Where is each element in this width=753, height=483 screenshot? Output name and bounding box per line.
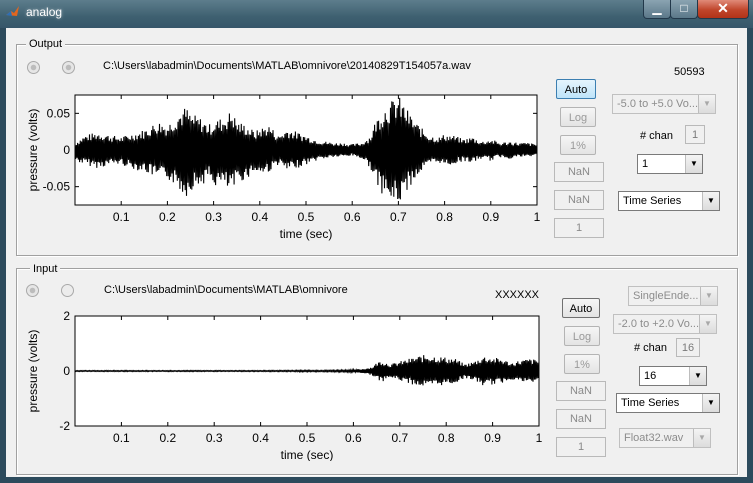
output-nan-field-2[interactable]: NaN — [554, 190, 604, 210]
input-radio-1[interactable] — [26, 284, 39, 297]
input-plot: 0.1 0.2 0.3 0.4 0.5 0.6 0.7 0.8 0.9 1 2 0 -2 time (se… — [26, 311, 543, 461]
chevron-down-icon: ▼ — [702, 192, 719, 210]
x-axis-label: time (sec) — [281, 448, 334, 461]
output-percent-button[interactable]: 1% — [560, 135, 596, 155]
x-tick-label: 0.8 — [438, 431, 455, 445]
x-tick-label: 0.1 — [113, 210, 130, 224]
x-tick-label: 0.2 — [159, 431, 176, 445]
x-axis-label: time (sec) — [280, 227, 333, 241]
x-tick-label: 0.5 — [298, 210, 315, 224]
x-tick-label: 1 — [534, 210, 541, 224]
input-view-value: Time Series — [621, 397, 680, 409]
output-nchan-label: # chan — [640, 130, 674, 142]
x-tick-label: 0.2 — [159, 210, 176, 224]
input-radio-2[interactable] — [61, 284, 74, 297]
chevron-down-icon: ▼ — [702, 394, 719, 412]
chevron-down-icon: ▼ — [700, 287, 717, 305]
input-range-value: -2.0 to +2.0 Vo... — [618, 318, 700, 330]
x-tick-label: 0.1 — [113, 431, 130, 445]
output-auto-button[interactable]: Auto — [556, 79, 596, 99]
output-radio-2[interactable] — [62, 61, 75, 74]
output-log-button[interactable]: Log — [560, 107, 596, 127]
input-nchan-label: # chan — [634, 342, 668, 354]
input-auto-button[interactable]: Auto — [562, 298, 600, 318]
output-plot: 0.1 0.2 0.3 0.4 0.5 0.6 0.7 0.8 0.9 1 0.05 0 -0.05 ti… — [26, 94, 541, 241]
output-nan-field-1[interactable]: NaN — [554, 162, 604, 182]
y-tick-label: 0.05 — [47, 106, 71, 120]
window-titlebar[interactable]: analog ▁ □ ✕ — [0, 0, 753, 28]
x-tick-label: 0.8 — [436, 210, 453, 224]
input-nchan-field[interactable]: 16 — [676, 338, 700, 357]
input-one-field[interactable]: 1 — [556, 437, 606, 457]
chevron-down-icon: ▼ — [689, 367, 706, 385]
x-tick-label: 0.5 — [299, 431, 316, 445]
output-view-select[interactable]: Time Series ▼ — [618, 191, 720, 211]
x-tick-label: 0.7 — [391, 431, 408, 445]
chevron-down-icon: ▼ — [693, 429, 710, 447]
input-mode-select[interactable]: SingleEnde... ▼ — [628, 286, 718, 306]
input-panel-title: Input — [30, 263, 61, 275]
x-tick-label: 0.3 — [206, 431, 223, 445]
chevron-down-icon: ▼ — [698, 95, 715, 113]
output-radio-1[interactable] — [27, 61, 40, 74]
y-tick-label: 0 — [63, 364, 70, 378]
input-channel-select[interactable]: 16 ▼ — [639, 366, 707, 386]
input-view-select[interactable]: Time Series ▼ — [616, 393, 720, 413]
output-range-select[interactable]: -5.0 to +5.0 Vo... ▼ — [612, 94, 716, 114]
y-tick-label: -2 — [59, 419, 70, 433]
output-channel-value: 1 — [642, 158, 649, 170]
input-percent-button[interactable]: 1% — [564, 354, 600, 374]
input-nan-field-1[interactable]: NaN — [556, 381, 606, 401]
output-range-value: -5.0 to +5.0 Vo... — [617, 98, 699, 110]
output-channel-select[interactable]: 1 ▼ — [637, 154, 703, 174]
close-button[interactable]: ✕ — [697, 0, 749, 19]
y-tick-label: 2 — [63, 311, 70, 323]
input-format-value: Float32.wav — [624, 432, 684, 444]
x-tick-label: 0.3 — [205, 210, 222, 224]
input-format-select[interactable]: Float32.wav ▼ — [619, 428, 711, 448]
input-log-button[interactable]: Log — [564, 326, 600, 346]
x-tick-label: 0.4 — [251, 210, 268, 224]
x-tick-label: 1 — [536, 431, 543, 445]
output-file-path: C:\Users\labadmin\Documents\MATLAB\omniv… — [103, 60, 471, 72]
x-tick-label: 0.7 — [390, 210, 407, 224]
output-sample-count: 50593 — [674, 66, 705, 78]
window-title: analog — [26, 5, 63, 19]
x-tick-label: 0.9 — [484, 431, 501, 445]
chevron-down-icon: ▼ — [699, 315, 716, 333]
x-tick-label: 0.6 — [345, 431, 362, 445]
input-channel-value: 16 — [644, 370, 657, 382]
matlab-app-icon — [6, 6, 19, 16]
input-sample-count: XXXXXX — [495, 289, 540, 301]
x-tick-label: 0.9 — [482, 210, 499, 224]
window-client-area: Output C:\Users\labadmin\Documents\MATLA… — [6, 28, 747, 477]
minimize-button[interactable]: ▁ — [643, 0, 671, 19]
output-panel-title: Output — [26, 38, 66, 50]
chevron-down-icon: ▼ — [685, 155, 702, 173]
x-tick-label: 0.4 — [252, 431, 269, 445]
input-mode-value: SingleEnde... — [633, 290, 699, 302]
output-view-value: Time Series — [623, 195, 682, 207]
maximize-button[interactable]: □ — [670, 0, 698, 19]
x-tick-label: 0.6 — [344, 210, 361, 224]
y-axis-label: pressure (volts) — [26, 330, 40, 413]
y-tick-label: -0.05 — [43, 180, 71, 194]
y-axis-label: pressure (volts) — [26, 109, 40, 192]
input-file-path: C:\Users\labadmin\Documents\MATLAB\omniv… — [104, 284, 348, 296]
input-range-select[interactable]: -2.0 to +2.0 Vo... ▼ — [613, 314, 717, 334]
y-tick-label: 0 — [63, 143, 70, 157]
output-nchan-field[interactable]: 1 — [685, 125, 705, 144]
output-one-field[interactable]: 1 — [554, 218, 604, 238]
input-nan-field-2[interactable]: NaN — [556, 409, 606, 429]
